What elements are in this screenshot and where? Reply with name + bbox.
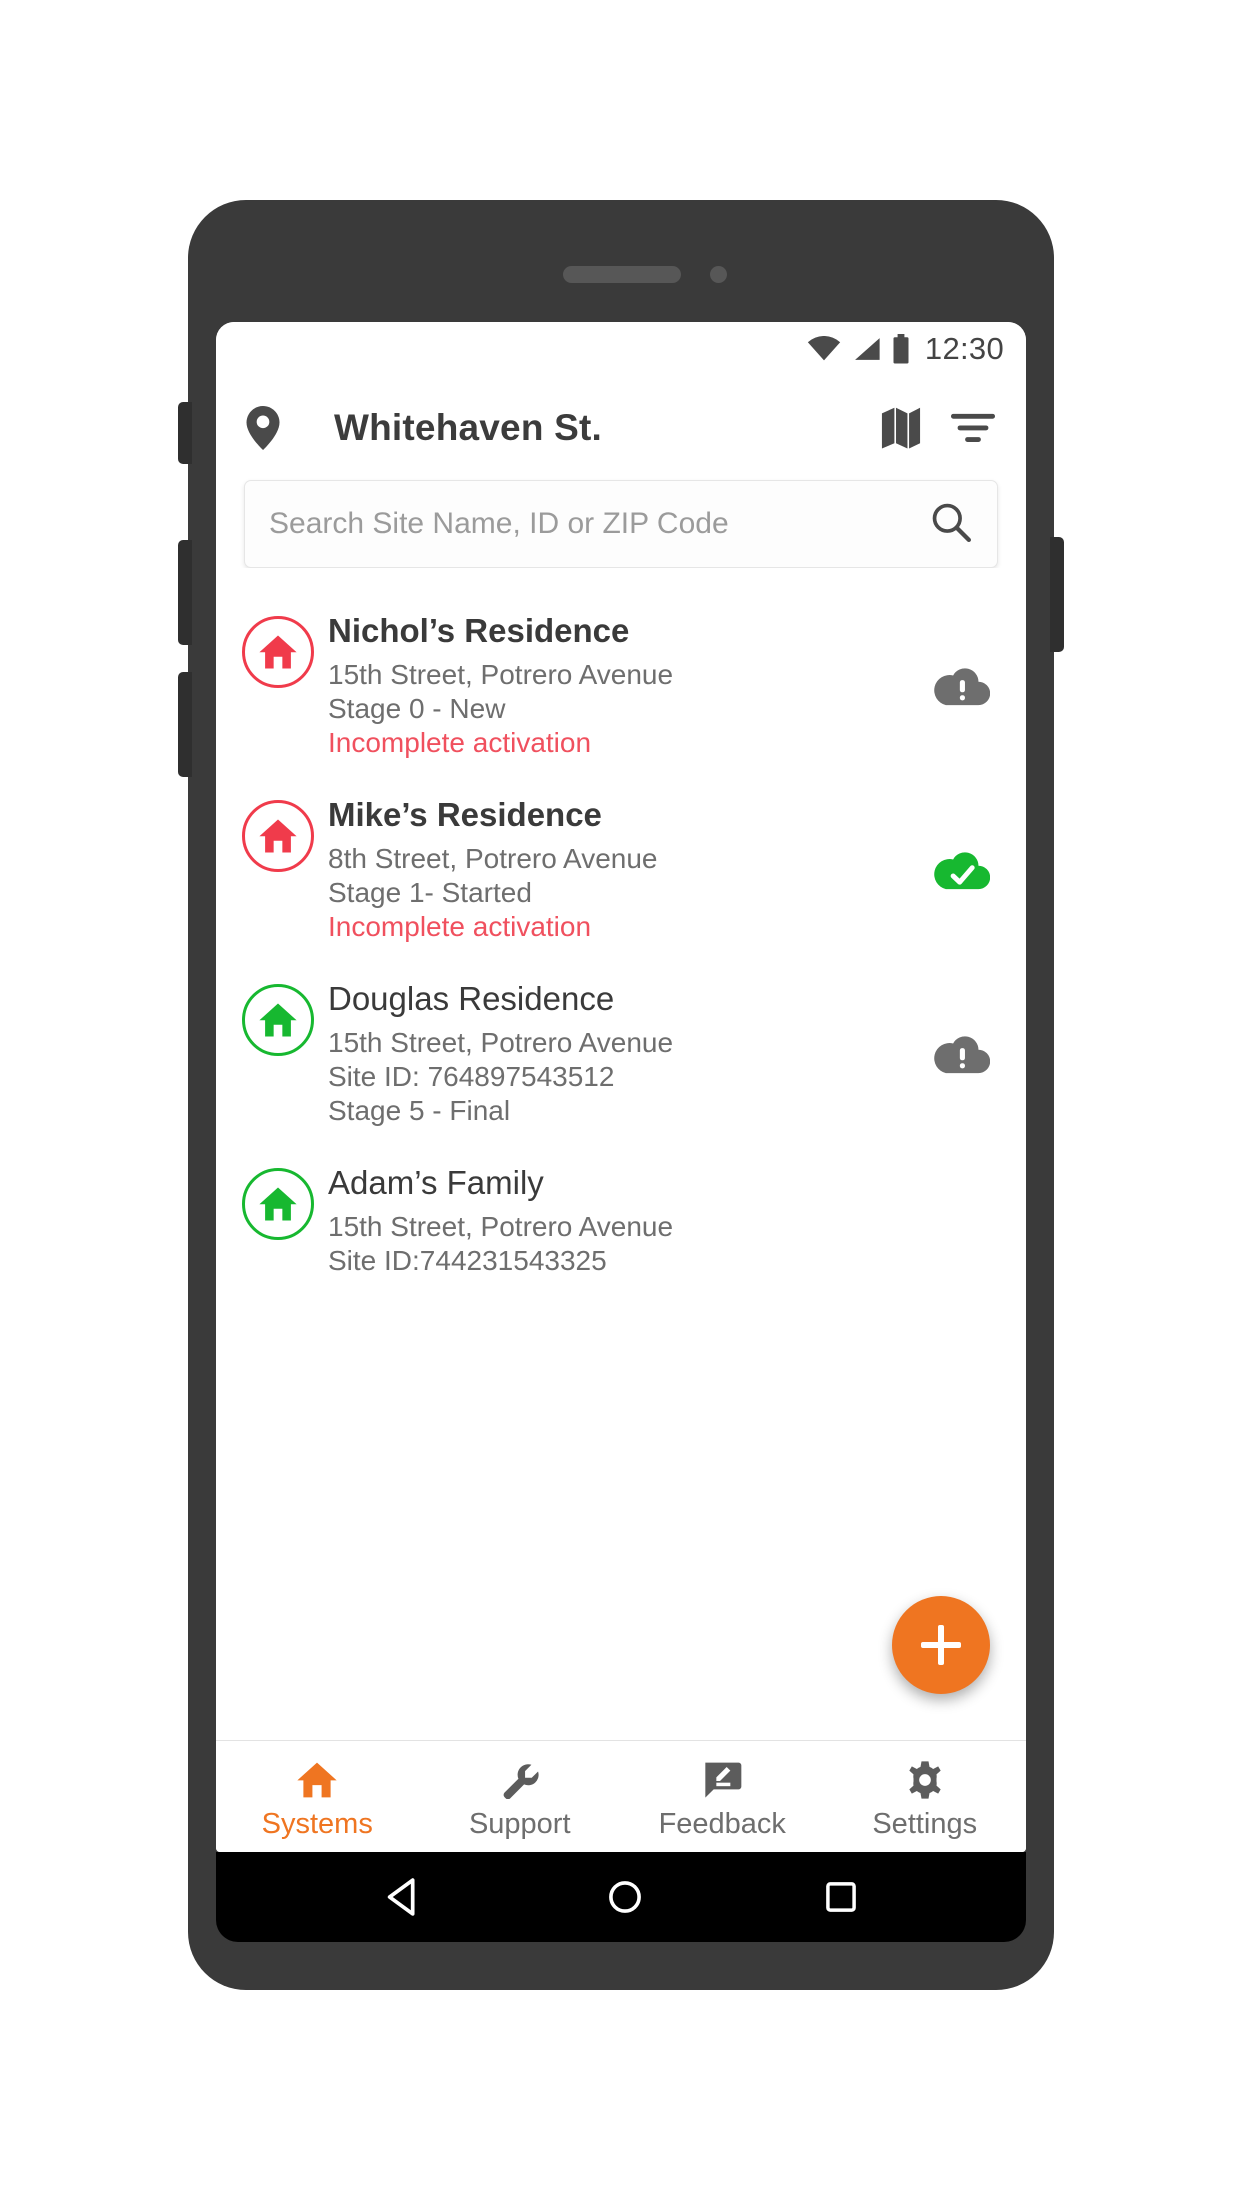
list-item-text: Mike’s Residence 8th Street, Potrero Ave… [328,796,930,944]
screenshot-stage: 12:30 Whitehaven St. Search Site Name, I… [0,0,1242,2208]
wrench-icon [501,1758,539,1802]
app-bar: Whitehaven St. [216,376,1026,480]
site-address: 15th Street, Potrero Avenue [328,658,674,690]
site-name: Adam’s Family [328,1164,544,1202]
site-alert-text: Incomplete activation [328,726,592,758]
site-name: Mike’s Residence [328,796,602,834]
tab-support[interactable]: Support [419,1741,622,1852]
add-site-fab[interactable] [892,1596,990,1694]
plus-icon [921,1642,961,1648]
site-name: Douglas Residence [328,980,615,1018]
site-address: 15th Street, Potrero Avenue [328,1026,674,1058]
status-bar: 12:30 [216,322,1026,376]
front-camera-icon [710,266,727,283]
home-badge-icon [242,800,314,873]
site-address: 15th Street, Potrero Avenue [328,1210,674,1242]
phone-screen: 12:30 Whitehaven St. Search Site Name, I… [216,322,1026,1852]
phone-button-left-middle[interactable] [178,540,192,645]
cloud-check-icon[interactable] [930,848,994,892]
cellular-signal-icon [851,336,881,362]
battery-icon [891,334,911,364]
android-navigation-bar [216,1852,1026,1942]
site-stage: Stage 0 - New [328,692,506,724]
home-badge-icon [242,984,314,1057]
back-triangle-icon[interactable] [385,1877,425,1917]
gear-icon [905,1758,945,1802]
home-badge-icon [242,616,314,688]
site-stage: Stage 5 - Final [328,1095,511,1127]
tab-label: Support [468,1808,571,1840]
site-stage: Stage 1- Started [328,876,532,908]
earpiece-speaker [563,266,681,283]
tab-systems[interactable]: Systems [216,1741,419,1852]
list-item[interactable]: Adam’s Family 15th Street, Potrero Avenu… [216,1146,1026,1302]
feedback-icon [702,1758,742,1802]
cloud-alert-icon[interactable] [930,664,994,708]
site-alert-text: Incomplete activation [328,911,592,943]
phone-button-left-bottom[interactable] [178,672,192,777]
status-bar-clock: 12:30 [924,331,1004,366]
cloud-alert-icon[interactable] [930,1032,994,1076]
site-list[interactable]: Nichol’s Residence 15th Street, Potrero … [216,568,1026,1740]
list-item-text: Douglas Residence 15th Street, Potrero A… [328,980,930,1128]
filter-icon[interactable] [950,405,996,451]
tab-label: Feedback [658,1808,786,1840]
site-address: 8th Street, Potrero Avenue [328,842,658,874]
phone-button-right[interactable] [1050,537,1064,652]
list-item[interactable]: Mike’s Residence 8th Street, Potrero Ave… [216,778,1026,962]
list-item-text: Adam’s Family 15th Street, Potrero Avenu… [328,1164,930,1278]
search-input[interactable] [269,507,931,541]
tab-label: Systems [261,1808,373,1840]
search-bar[interactable] [244,480,998,568]
site-name: Nichol’s Residence [328,612,630,649]
tab-label: Settings [872,1808,978,1840]
recents-square-icon[interactable] [825,1881,857,1913]
wifi-icon [807,336,841,362]
site-id: Site ID:744231543325 [328,1245,607,1277]
tab-feedback[interactable]: Feedback [621,1741,824,1852]
home-icon [296,1758,338,1802]
map-icon[interactable] [878,405,924,451]
site-id: Site ID: 764897543512 [328,1061,615,1093]
search-icon[interactable] [931,502,972,547]
page-title: Whitehaven St. [334,407,602,448]
home-badge-icon [242,1168,314,1241]
home-circle-icon[interactable] [607,1879,643,1915]
bottom-tab-bar: Systems Support Feedback Settings [216,1740,1026,1852]
phone-button-left-top[interactable] [178,402,192,464]
tab-settings[interactable]: Settings [824,1741,1027,1852]
location-pin-icon[interactable] [240,405,286,451]
list-item[interactable]: Douglas Residence 15th Street, Potrero A… [216,962,1026,1146]
list-item[interactable]: Nichol’s Residence 15th Street, Potrero … [216,594,1026,778]
search-section [216,480,1026,568]
list-item-text: Nichol’s Residence 15th Street, Potrero … [328,612,930,760]
